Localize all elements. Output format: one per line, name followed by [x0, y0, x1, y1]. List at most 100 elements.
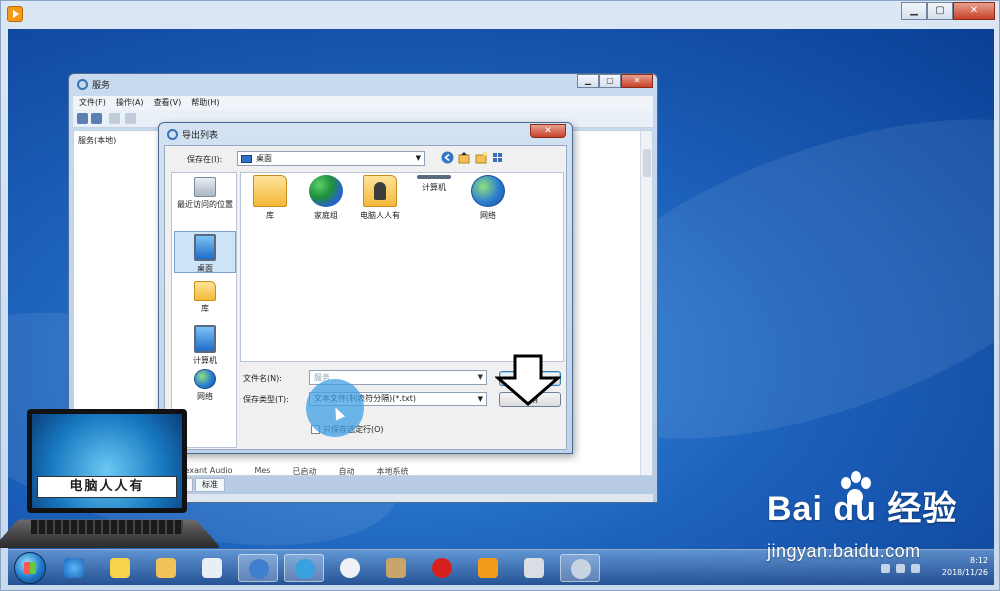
scrollbar-thumb[interactable]: [643, 149, 651, 177]
look-in-dropdown[interactable]: 桌面 ▼: [237, 151, 425, 166]
new-folder-icon[interactable]: [475, 151, 488, 164]
player-window: ▁ ▢ ✕ 服务 ▁ ▢ ✕ 文件(F) 操作(A) 查看(V) 帮助(H) 服…: [0, 0, 1000, 591]
file-item-homegroup[interactable]: 家庭组: [299, 175, 353, 221]
file-label: 库: [266, 211, 274, 220]
look-in-label: 保存在(I):: [187, 155, 223, 164]
services-scrollbar[interactable]: [640, 131, 652, 475]
forward-icon[interactable]: [91, 113, 102, 124]
file-item-computer[interactable]: 计算机: [407, 175, 461, 193]
pinwheel-icon: [340, 558, 360, 578]
place-computer[interactable]: 计算机: [174, 323, 236, 365]
hint-arrow-down-icon: [495, 354, 561, 406]
maximize-button[interactable]: ▢: [927, 2, 953, 20]
homegroup-icon: [309, 175, 343, 207]
taskbar-services[interactable]: [560, 554, 600, 582]
baidu-watermark: Bai du 经验 jingyan.baidu.com: [767, 471, 977, 571]
computer-icon: [417, 175, 451, 179]
player-titlebar: ▁ ▢ ✕: [1, 1, 1000, 29]
menu-view[interactable]: 查看(V): [154, 96, 182, 110]
library-icon: [194, 281, 216, 301]
up-folder-icon[interactable]: [458, 151, 471, 164]
dialog-close-button[interactable]: ✕: [530, 124, 566, 138]
taskbar-player[interactable]: [468, 554, 508, 582]
laptop-screen-art: 电脑人人有: [32, 414, 182, 508]
recent-places-icon: [194, 177, 216, 197]
window-controls: ▁ ▢ ✕: [901, 2, 995, 20]
desktop-icon: [241, 155, 252, 163]
taskbar-sticky[interactable]: [100, 554, 140, 582]
back-icon[interactable]: [77, 113, 88, 124]
place-desktop[interactable]: 桌面: [174, 231, 236, 273]
file-label: 网络: [480, 211, 496, 220]
taskbar-app-6[interactable]: [514, 554, 554, 582]
place-label: 最近访问的位置: [177, 200, 233, 209]
desktop-icon: [194, 234, 216, 261]
laptop-logo-label: 电脑人人有: [37, 476, 177, 498]
services-maximize-button[interactable]: ▢: [599, 74, 621, 88]
dialog-nav-toolbar: [441, 151, 505, 164]
menu-file[interactable]: 文件(F): [79, 96, 106, 110]
folder-icon: [156, 558, 176, 578]
taskbar-app-3[interactable]: [330, 554, 370, 582]
computer-icon: [194, 325, 216, 353]
user-folder-icon: [363, 175, 397, 207]
file-item-library[interactable]: 库: [243, 175, 297, 221]
notes-icon: [110, 558, 130, 578]
network-globe-icon: [471, 175, 505, 207]
baidu-url: jingyan.baidu.com: [767, 541, 921, 561]
services-close-button[interactable]: ✕: [621, 74, 653, 88]
camera-icon: [524, 558, 544, 578]
taskbar-app-5[interactable]: [422, 554, 462, 582]
player-icon: [478, 558, 498, 578]
baidu-paw-icon: [835, 471, 875, 511]
service-description: Mes: [254, 466, 271, 475]
laptop-keyboard: [31, 520, 183, 534]
services-titlebar: 服务: [77, 78, 110, 91]
taskbar-ie[interactable]: [54, 554, 94, 582]
menu-help[interactable]: 帮助(H): [191, 96, 219, 110]
chevron-down-icon: ▼: [477, 395, 483, 403]
taskbar-explorer[interactable]: [146, 554, 186, 582]
place-label: 网络: [197, 392, 213, 401]
services-app-icon: [77, 79, 88, 90]
properties-icon[interactable]: [125, 113, 136, 124]
place-label: 桌面: [197, 263, 213, 273]
minimize-button[interactable]: ▁: [901, 2, 927, 20]
file-item-user[interactable]: 电脑人人有: [353, 175, 407, 221]
chevron-down-icon[interactable]: ▼: [478, 371, 483, 384]
laptop-logo: 电脑人人有: [0, 407, 221, 557]
services-minimize-button[interactable]: ▁: [577, 74, 599, 88]
paint-icon: [202, 558, 222, 578]
service-logon-as: 本地系统: [376, 467, 409, 476]
taskbar-app-2[interactable]: [284, 554, 324, 582]
file-label: 计算机: [422, 183, 446, 192]
place-label: 库: [201, 304, 209, 313]
service-status: 已启动: [292, 467, 317, 476]
dialog-title: 导出列表: [182, 131, 219, 141]
service-startup-type: 自动: [338, 467, 355, 476]
back-icon[interactable]: [441, 151, 454, 164]
filename-label: 文件名(N):: [243, 374, 282, 383]
taskbar-app-4[interactable]: [376, 554, 416, 582]
ie-icon: [64, 558, 84, 578]
file-label: 电脑人人有: [360, 211, 400, 220]
services-menubar: 文件(F) 操作(A) 查看(V) 帮助(H): [73, 96, 653, 110]
menu-action[interactable]: 操作(A): [116, 96, 144, 110]
show-tree-icon[interactable]: [109, 113, 120, 124]
place-network[interactable]: 网络: [174, 367, 236, 409]
dialog-app-icon: [167, 129, 178, 140]
file-item-network[interactable]: 网络: [461, 175, 515, 221]
taskbar-app-1[interactable]: [238, 554, 278, 582]
tools-icon: [386, 558, 406, 578]
close-button[interactable]: ✕: [953, 2, 995, 20]
place-label: 计算机: [193, 356, 217, 365]
laptop-screen: 电脑人人有: [27, 409, 187, 513]
filetype-label: 保存类型(T):: [243, 395, 289, 404]
player-app-icon: [7, 6, 23, 22]
view-menu-icon[interactable]: [492, 151, 505, 164]
file-label: 家庭组: [314, 211, 338, 220]
taskbar-paint[interactable]: [192, 554, 232, 582]
place-library[interactable]: 库: [174, 279, 236, 321]
place-recent[interactable]: 最近访问的位置: [174, 175, 236, 217]
tree-item-services-local[interactable]: 服务(本地): [78, 136, 116, 145]
